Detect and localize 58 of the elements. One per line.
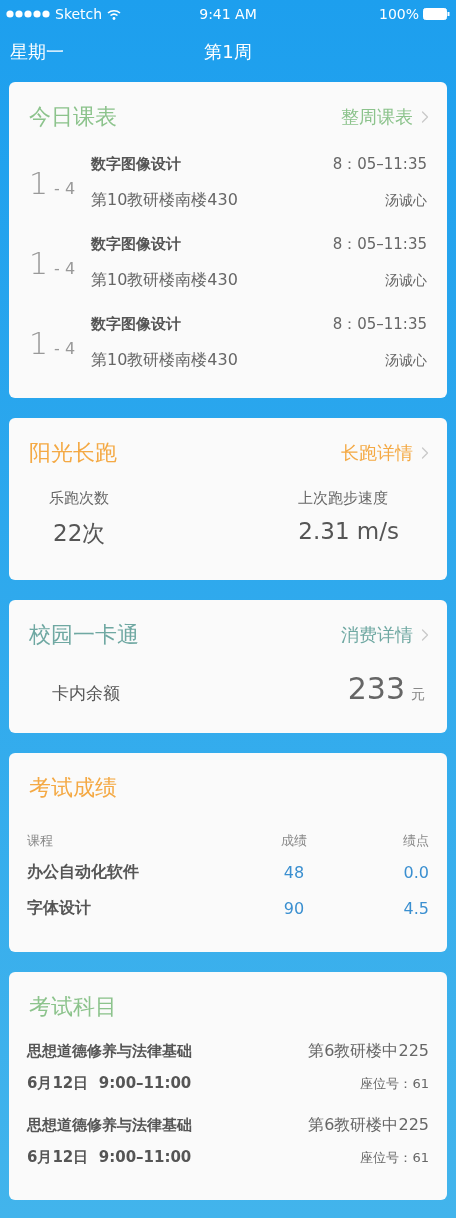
class-time: 8：05–11:35 bbox=[332, 235, 427, 254]
balance-label: 卡内余额 bbox=[52, 682, 120, 705]
exam-course: 思想道德修养与法律基础 bbox=[27, 1042, 192, 1061]
card-title: 考试成绩 bbox=[29, 774, 117, 802]
detail-link[interactable]: 消费详情 bbox=[341, 623, 435, 647]
weekday: 星期一 bbox=[10, 40, 65, 64]
course-name: 数字图像设计 bbox=[91, 315, 181, 334]
currency-unit: 元 bbox=[411, 686, 425, 704]
card-title: 校园一卡通 bbox=[29, 621, 139, 649]
week-number: 第1周 bbox=[204, 40, 252, 64]
stat-value: 22次 bbox=[53, 519, 107, 548]
course-name: 数字图像设计 bbox=[91, 155, 181, 174]
exam-date: 6月12日 9:00–11:00 bbox=[27, 1148, 192, 1167]
class-time: 8：05–11:35 bbox=[332, 155, 427, 174]
stat-label: 上次跑步速度 bbox=[298, 489, 390, 508]
course-name: 数字图像设计 bbox=[91, 235, 181, 254]
teacher-name: 汤诚心 bbox=[385, 271, 427, 290]
period-end: - 4 bbox=[54, 258, 76, 278]
stat-value: 2.31 m/s bbox=[298, 518, 399, 544]
clock: 9:41 AM bbox=[199, 6, 257, 22]
period-start: 1 bbox=[29, 245, 49, 281]
period-end: - 4 bbox=[54, 178, 76, 198]
exam-location: 第6教研楼中225 bbox=[308, 1041, 429, 1062]
exam-location: 第6教研楼中225 bbox=[308, 1115, 429, 1136]
battery-icon bbox=[423, 8, 450, 20]
course-cell-text: 字体设计 bbox=[27, 896, 92, 919]
period-start: 1 bbox=[29, 325, 49, 361]
card-title: 今日课表 bbox=[29, 103, 117, 131]
classroom: 第10教研楼南楼430 bbox=[91, 270, 238, 291]
balance-amount: 233 bbox=[347, 671, 405, 706]
column-header: 绩点 bbox=[402, 832, 429, 850]
seat-number: 座位号：61 bbox=[360, 1148, 429, 1167]
detail-link[interactable]: 整周课表 bbox=[341, 105, 435, 129]
signal-icon bbox=[6, 10, 50, 18]
column-header: 课程 bbox=[27, 832, 54, 850]
period-start: 1 bbox=[29, 165, 49, 201]
period-end: - 4 bbox=[54, 338, 76, 358]
grade-point-cell-text: 0.0 bbox=[402, 861, 429, 884]
column-header: 成绩 bbox=[280, 832, 308, 850]
score-cell-text: 48 bbox=[282, 861, 306, 884]
grade-point-cell-text: 4.5 bbox=[402, 897, 429, 920]
course-cell-text: 办公自动化软件 bbox=[27, 860, 140, 883]
exam-date: 6月12日 9:00–11:00 bbox=[27, 1074, 192, 1093]
detail-link[interactable]: 长跑详情 bbox=[341, 441, 435, 465]
exam-course: 思想道德修养与法律基础 bbox=[27, 1116, 192, 1135]
carrier-name: Sketch bbox=[55, 6, 103, 22]
teacher-name: 汤诚心 bbox=[385, 351, 427, 370]
class-time: 8：05–11:35 bbox=[332, 315, 427, 334]
battery-percent: 100% bbox=[378, 6, 419, 22]
wifi-icon bbox=[107, 8, 122, 20]
teacher-name: 汤诚心 bbox=[385, 191, 427, 210]
stat-label: 乐跑次数 bbox=[49, 489, 109, 508]
score-cell-text: 90 bbox=[282, 897, 306, 920]
classroom: 第10教研楼南楼430 bbox=[91, 350, 238, 371]
classroom: 第10教研楼南楼430 bbox=[91, 190, 238, 211]
seat-number: 座位号：61 bbox=[360, 1074, 429, 1093]
card-title: 考试科目 bbox=[29, 993, 117, 1021]
card-title: 阳光长跑 bbox=[29, 439, 117, 467]
